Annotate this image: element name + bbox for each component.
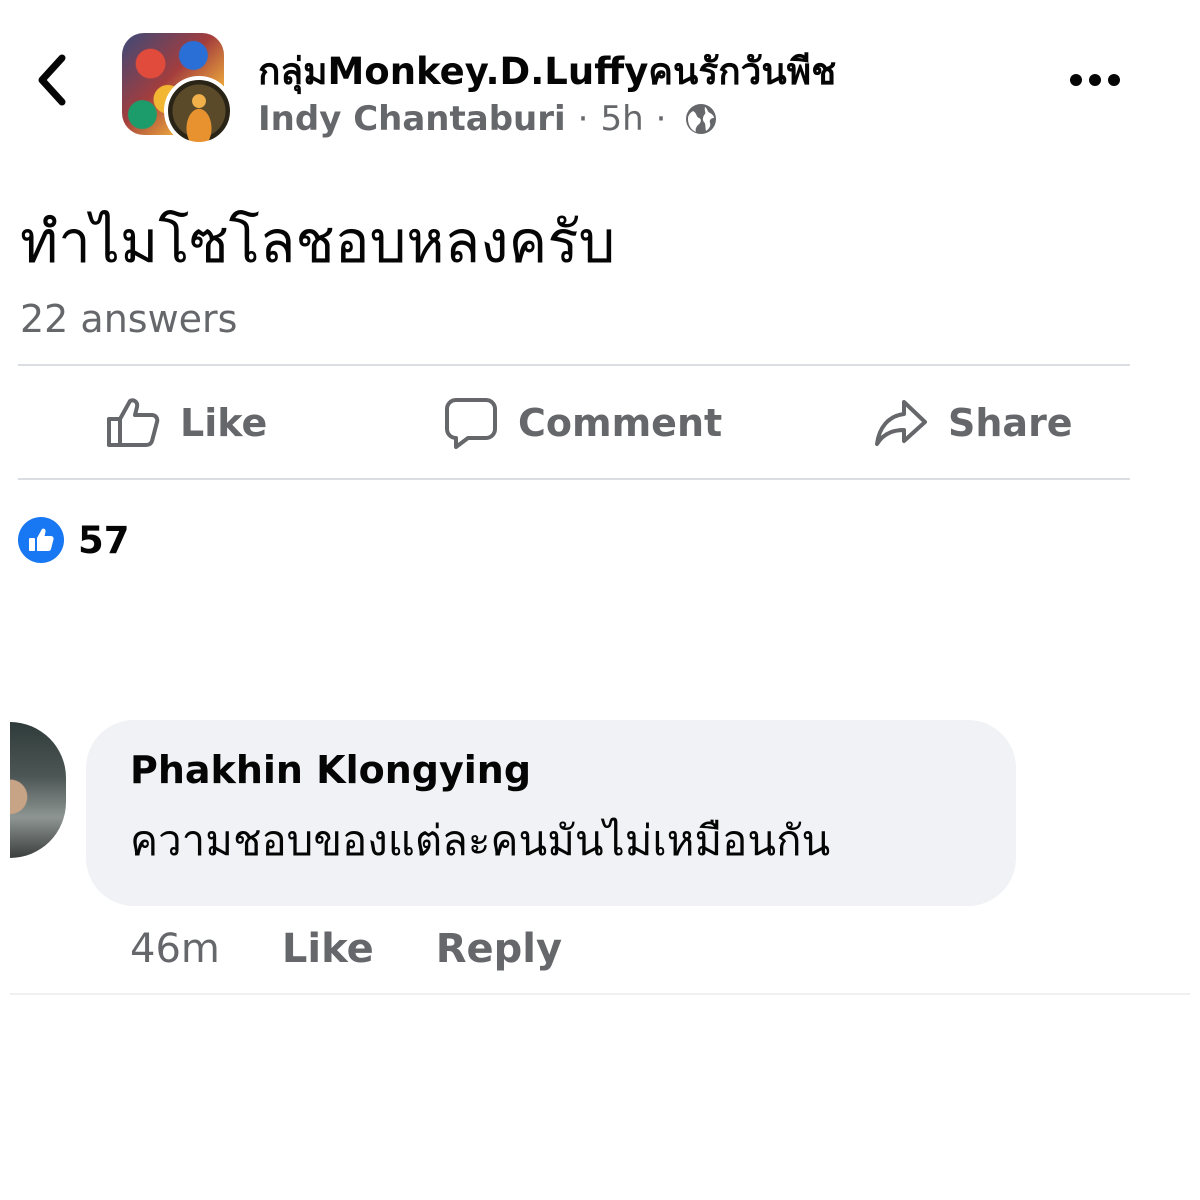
commenter-name[interactable]: Phakhin Klongying xyxy=(130,748,972,792)
share-label: Share xyxy=(948,401,1073,445)
like-label: Like xyxy=(180,401,268,445)
divider xyxy=(18,364,1130,366)
group-name[interactable]: กลุ่มMonkey.D.Luffyคนรักวันพีช xyxy=(258,42,836,101)
reaction-count: 57 xyxy=(78,518,130,562)
post-page: กลุ่มMonkey.D.Luffyคนรักวันพีช Indy Chan… xyxy=(0,0,1200,1200)
divider xyxy=(10,993,1190,995)
post-time[interactable]: 5h xyxy=(600,99,643,139)
comment-label: Comment xyxy=(518,401,723,445)
answers-count[interactable]: 22 answers xyxy=(20,297,237,341)
author-avatar[interactable] xyxy=(164,76,234,146)
back-button[interactable] xyxy=(28,50,78,110)
post-meta: Indy Chantaburi · 5h · xyxy=(258,98,718,140)
divider xyxy=(18,478,1130,480)
comment-text: ความชอบของแต่ละคนมันไม่เหมือนกัน xyxy=(130,816,831,865)
meta-separator: · xyxy=(655,99,667,139)
comment-like-button[interactable]: Like xyxy=(282,926,374,972)
comment-bubble-icon xyxy=(445,398,497,449)
globe-icon xyxy=(686,104,717,134)
comment-actions: 46m Like Reply xyxy=(130,926,562,972)
thumbs-up-icon xyxy=(107,398,160,447)
meta-separator: · xyxy=(577,99,589,139)
chevron-left-icon xyxy=(38,54,66,106)
comment-time[interactable]: 46m xyxy=(130,926,220,972)
commenter-avatar[interactable] xyxy=(10,722,66,858)
comment-reply-button[interactable]: Reply xyxy=(436,926,562,972)
more-options-button[interactable] xyxy=(1066,62,1124,98)
more-horizontal-icon xyxy=(1070,74,1120,86)
reactions-summary[interactable]: 57 xyxy=(18,517,130,563)
like-reaction-icon xyxy=(18,517,64,563)
post-question: ทำไมโซโลชอบหลงครับ xyxy=(20,208,616,276)
author-name[interactable]: Indy Chantaburi xyxy=(258,99,566,139)
like-button[interactable]: Like xyxy=(104,393,267,453)
share-arrow-icon xyxy=(875,400,927,446)
share-button[interactable]: Share xyxy=(874,393,1073,453)
comment-button[interactable]: Comment xyxy=(444,393,722,453)
comment-bubble: Phakhin Klongying ความชอบของแต่ละคนมันไม… xyxy=(86,720,1016,906)
